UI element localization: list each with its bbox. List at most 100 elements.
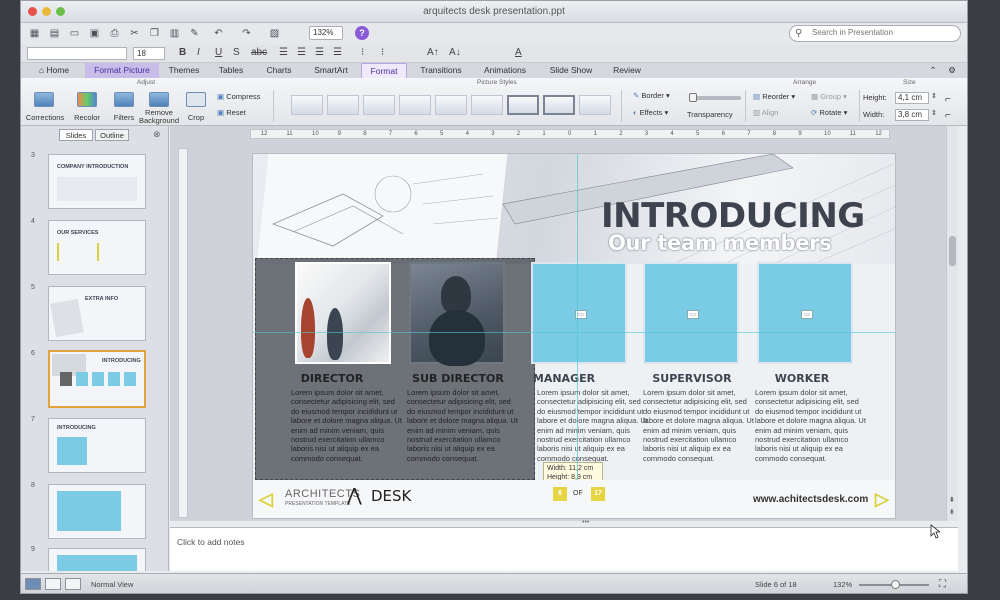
format-painter-icon[interactable]: ✎ — [187, 26, 202, 41]
slide-show-icon[interactable] — [65, 578, 81, 590]
crop-button[interactable]: Crop — [181, 90, 211, 124]
remove-background-button[interactable]: Remove Background — [139, 90, 179, 126]
slide-thumbnail[interactable]: EXTRA INFO — [48, 286, 146, 341]
group-button[interactable]: ▦ Group ▾ — [811, 92, 857, 103]
vertical-ruler[interactable] — [178, 148, 188, 518]
crop-corner-icon[interactable]: ⌐ — [945, 94, 951, 105]
slide-subheadline[interactable]: Our team members — [608, 231, 832, 255]
width-field[interactable]: 3,8 cm — [895, 109, 929, 121]
ribbon-settings-icon[interactable]: ⚙ — [945, 63, 959, 78]
copy-icon[interactable]: ❐ — [147, 26, 162, 41]
tab-format[interactable]: Format — [361, 63, 407, 78]
normal-view-icon[interactable] — [25, 578, 41, 590]
picture-style-4[interactable] — [399, 95, 431, 115]
shadow-button[interactable]: S — [233, 47, 240, 58]
slide-canvas[interactable]: INTRODUCING Our team members ▭ ▭ ▭ DIREC… — [252, 153, 896, 519]
rotate-button[interactable]: ⟳ Rotate ▾ — [811, 108, 861, 119]
next-arrow-icon[interactable]: ▷ — [875, 489, 889, 510]
picture-style-5[interactable] — [435, 95, 467, 115]
zoom-select[interactable]: 132% — [309, 26, 343, 40]
transparency-slider-knob[interactable] — [689, 93, 697, 102]
reorder-button[interactable]: ▤ Reorder ▾ — [753, 92, 811, 103]
justify-icon[interactable]: ☰ — [333, 47, 342, 58]
tab-tables[interactable]: Tables — [211, 63, 251, 78]
card-title-worker[interactable]: WORKER — [747, 372, 857, 385]
card-body-sub-director[interactable]: Lorem ipsum dolor sit amet, consectetur … — [407, 388, 519, 463]
scroll-next-icon[interactable]: ⇟ — [949, 508, 955, 516]
picture-style-8[interactable] — [543, 95, 575, 115]
zoom-slider-knob[interactable] — [891, 580, 900, 589]
picture-style-2[interactable] — [327, 95, 359, 115]
border-button[interactable]: ✎ Border ▾ — [633, 91, 693, 102]
scroll-prev-icon[interactable]: ⇞ — [949, 496, 955, 504]
vertical-scrollbar[interactable]: ⇞ ⇟ — [946, 126, 958, 521]
director-photo[interactable] — [295, 262, 391, 364]
height-field[interactable]: 4,1 cm — [895, 92, 929, 104]
strikethrough-button[interactable]: abc — [251, 47, 267, 58]
slide-thumbnail[interactable]: INTRODUCING — [48, 418, 146, 473]
lock-ratio-icon[interactable]: ⌐ — [945, 110, 951, 121]
insert-slide-icon[interactable]: ▧ — [267, 26, 282, 41]
notes-pane[interactable]: Click to add notes — [170, 527, 958, 571]
notes-placeholder[interactable]: Click to add notes — [177, 537, 245, 547]
templates-icon[interactable]: ▤ — [47, 26, 62, 41]
italic-button[interactable]: I — [197, 47, 200, 58]
card-body-director[interactable]: Lorem ipsum dolor sit amet, consectetur … — [291, 388, 403, 463]
effects-button[interactable]: ◐ Effects ▾ — [633, 108, 693, 119]
search-box[interactable]: ⚲ — [789, 25, 961, 42]
numbering-icon[interactable]: ⁝ — [381, 47, 384, 58]
shrink-font-icon[interactable]: A↓ — [449, 47, 461, 58]
slide-sorter-icon[interactable] — [45, 578, 61, 590]
align-center-icon[interactable]: ☰ — [297, 47, 306, 58]
save-icon[interactable]: ▣ — [87, 26, 102, 41]
recolor-button[interactable]: Recolor — [67, 90, 107, 124]
tab-outline[interactable]: Outline — [95, 129, 129, 141]
font-size-field[interactable]: 18 — [133, 47, 165, 60]
horizontal-ruler[interactable]: 12 11 10 9 8 7 6 5 4 3 2 1 0 1 2 3 4 5 6 7 8 9 10 11 12 — [250, 129, 890, 139]
collapse-ribbon-icon[interactable]: ⌃ — [927, 63, 939, 78]
tab-smartart[interactable]: SmartArt — [305, 63, 357, 78]
slide-thumbnail-selected[interactable]: INTRODUCING — [48, 350, 146, 408]
pane-resize-handle[interactable]: ••• — [582, 519, 589, 526]
new-icon[interactable]: ▦ — [27, 26, 42, 41]
fit-to-window-icon[interactable]: ⛶ — [939, 579, 946, 590]
print-icon[interactable]: ⎙ — [107, 26, 122, 41]
tab-transitions[interactable]: Transitions — [413, 63, 469, 78]
tab-animations[interactable]: Animations — [477, 63, 533, 78]
manager-photo-placeholder[interactable]: ▭ — [531, 262, 627, 364]
tab-home[interactable]: ⌂ Home — [31, 63, 77, 78]
card-title-sub-director[interactable]: SUB DIRECTOR — [403, 372, 513, 385]
card-title-director[interactable]: DIRECTOR — [277, 372, 387, 385]
height-stepper-icon[interactable]: ⇕ — [931, 92, 937, 100]
picture-style-6[interactable] — [471, 95, 503, 115]
slide-thumbnail[interactable]: OUR SERVICES — [48, 220, 146, 275]
slide-headline[interactable]: INTRODUCING — [601, 196, 865, 236]
slide-thumbnail[interactable] — [48, 484, 146, 539]
slide-thumbnail[interactable] — [48, 548, 146, 571]
paste-icon[interactable]: ▥ — [167, 26, 182, 41]
previous-arrow-icon[interactable]: ◁ — [259, 489, 273, 510]
card-body-worker[interactable]: Lorem ipsum dolor sit amet, consectetur … — [755, 388, 867, 463]
redo-icon[interactable]: ↷ — [239, 26, 254, 41]
tab-format-picture[interactable]: Format Picture — [85, 63, 159, 78]
font-name-field[interactable] — [27, 47, 127, 60]
close-pane-icon[interactable]: ⊗ — [153, 129, 161, 140]
width-stepper-icon[interactable]: ⇕ — [931, 109, 937, 117]
card-title-manager[interactable]: MANAGER — [509, 372, 619, 385]
supervisor-photo-placeholder[interactable]: ▭ — [643, 262, 739, 364]
compress-button[interactable]: ▣ Compress — [217, 92, 277, 103]
picture-style-3[interactable] — [363, 95, 395, 115]
card-body-manager[interactable]: Lorem ipsum dolor sit amet, consectetur … — [537, 388, 649, 463]
slide-thumbnail[interactable]: COMPANY INTRODUCTION — [48, 154, 146, 209]
picture-style-1[interactable] — [291, 95, 323, 115]
open-icon[interactable]: ▭ — [67, 26, 82, 41]
tab-themes[interactable]: Themes — [163, 63, 205, 78]
website-url[interactable]: www.achitectsdesk.com — [753, 494, 868, 505]
card-body-supervisor[interactable]: Lorem ipsum dolor sit amet, consectetur … — [643, 388, 755, 463]
cut-icon[interactable]: ✂ — [127, 26, 142, 41]
transparency-slider[interactable] — [689, 93, 741, 102]
scrollbar-thumb[interactable] — [949, 236, 956, 266]
search-input[interactable] — [812, 28, 956, 37]
underline-button[interactable]: U — [215, 47, 222, 58]
align-left-icon[interactable]: ☰ — [279, 47, 288, 58]
